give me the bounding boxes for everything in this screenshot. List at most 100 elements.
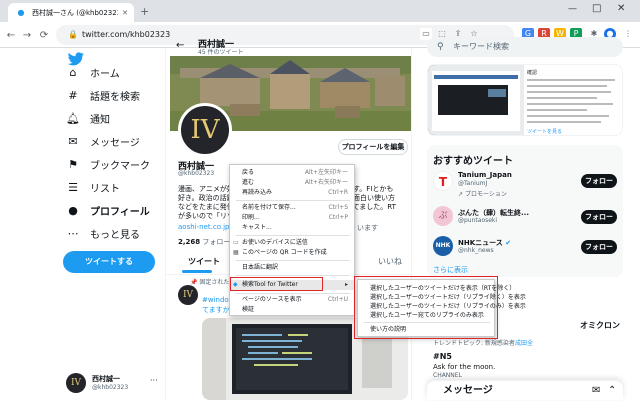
twitter-favicon-icon: ●: [17, 8, 25, 17]
sidebar-item-bookmarks[interactable]: ⚑ ブックマーク: [66, 157, 150, 172]
menu-separator: [236, 275, 350, 276]
menu-separator: [236, 235, 350, 236]
menu-item-reload[interactable]: 再読み込み Ctrl+R: [230, 188, 356, 198]
user-avatar-nhk[interactable]: NHK: [433, 236, 453, 256]
trend-tail[interactable]: オミクロン: [580, 320, 620, 331]
device-icon: ▭: [233, 239, 239, 246]
account-more-icon[interactable]: ···: [150, 376, 158, 385]
profile-handle: @khb02323: [178, 170, 215, 177]
follow-button-nhk[interactable]: フォロー: [581, 240, 617, 254]
user-avatar-tanium[interactable]: T: [433, 171, 453, 191]
highlight-frame-menu-item: [230, 277, 323, 291]
home-icon: ⌂: [69, 66, 77, 79]
chrome-menu-icon[interactable]: ⋮: [622, 28, 634, 40]
menu-item-label: 戻る: [242, 169, 255, 176]
mail-icon: ✉: [68, 135, 78, 148]
follow-button-punta[interactable]: フォロー: [581, 210, 617, 224]
menu-item-shortcut: Ctrl+U: [327, 296, 348, 303]
tweet-avatar[interactable]: IV: [178, 285, 198, 305]
bookmark-icon: ⚑: [68, 158, 78, 171]
menu-item-inspect[interactable]: 検証: [230, 305, 356, 315]
sidebar-item-lists[interactable]: ☰ リスト: [66, 180, 120, 195]
media-thumbnail-card[interactable]: 確認 ツイートを見る: [427, 64, 623, 136]
sidebar-item-more[interactable]: ⋯ もっと見る: [66, 226, 141, 241]
profile-avatar[interactable]: IV: [178, 103, 232, 157]
user-avatar-punta[interactable]: ぷ: [433, 206, 453, 226]
menu-item-translate[interactable]: 日本語に翻訳: [230, 263, 356, 273]
promotion-text: プロモーション: [464, 191, 507, 198]
twitter-bird-icon[interactable]: [68, 52, 84, 66]
sidebar-item-label: ホーム: [90, 69, 120, 80]
trend-topic-text: トレンドトピック: 新規感染者: [433, 340, 515, 347]
sidebar-item-home[interactable]: ⌂ ホーム: [66, 65, 120, 80]
account-avatar[interactable]: IV: [66, 373, 86, 393]
browser-tab[interactable]: ● 西村誠一さん (@khb02323) / Tw ✕: [8, 3, 134, 22]
verified-badge-icon: ✔: [505, 239, 512, 247]
expand-icon[interactable]: ⌃: [608, 381, 616, 401]
sidebar-item-label: 通知: [90, 115, 110, 126]
sidebar-item-label: もっと見る: [90, 230, 140, 241]
tab-tweets[interactable]: ツイート: [188, 256, 220, 267]
user-name-tanium[interactable]: Tanium_Japan: [458, 171, 512, 179]
menu-item-shortcut: Alt+左矢印キー: [304, 169, 348, 176]
menu-item-view-source[interactable]: ページのソースを表示 Ctrl+U: [230, 295, 356, 305]
close-window-button[interactable]: ✕: [617, 3, 625, 14]
trend-n5[interactable]: #N5: [433, 352, 452, 361]
trend-ask: Ask for the moon.: [433, 363, 496, 371]
messages-label: メッセージ: [443, 385, 493, 396]
menu-item-label: 日本語に翻訳: [242, 264, 279, 271]
account-name[interactable]: 西村誠一: [92, 374, 120, 384]
account-handle: @khb02323: [92, 384, 129, 391]
follow-button-tanium[interactable]: フォロー: [581, 174, 617, 188]
sidebar-item-profile[interactable]: ● プロフィール: [66, 203, 150, 218]
minimize-button[interactable]: —: [568, 4, 577, 14]
profile-link[interactable]: aoshi-net.co.jp/: [178, 223, 232, 231]
back-nav-icon[interactable]: ←: [4, 28, 18, 42]
forward-nav-icon[interactable]: →: [20, 28, 34, 42]
submenu-arrow-icon: ▸: [344, 281, 348, 288]
sidebar-item-notifications[interactable]: 🔔︎ 通知: [66, 111, 110, 126]
lock-icon: 🔒: [68, 30, 78, 39]
promotion-label: ↗ プロモーション: [458, 191, 507, 198]
thumb-text-lines: [527, 77, 621, 127]
menu-item-back[interactable]: 戻る Alt+左矢印キー: [230, 168, 356, 178]
user-handle-punta: @puntaoseki: [458, 217, 498, 224]
menu-item-label: このページの QR コードを作成: [242, 249, 327, 256]
menu-item-save-as[interactable]: 名前を付けて保存... Ctrl+S: [230, 203, 356, 213]
tab-likes[interactable]: いいね: [378, 256, 402, 267]
trend-topic-tail[interactable]: 成田全: [515, 340, 533, 347]
menu-item-cast[interactable]: キャスト...: [230, 223, 356, 233]
user-handle-nhk: @nhk_news: [458, 247, 494, 254]
menu-item-qr-code[interactable]: ▦ このページの QR コードを作成: [230, 248, 356, 258]
menu-item-forward[interactable]: 進む Alt+右矢印キー: [230, 178, 356, 188]
sidebar-item-messages[interactable]: ✉ メッセージ: [66, 134, 140, 149]
tab-indicator: [182, 270, 212, 273]
url-text: twitter.com/khb02323: [81, 30, 171, 39]
menu-item-label: 検証: [242, 306, 255, 313]
menu-item-shortcut: Ctrl+P: [328, 214, 348, 221]
sidebar-item-label: メッセージ: [90, 138, 140, 149]
maximize-button[interactable]: □: [592, 3, 601, 14]
menu-item-send-to-device[interactable]: ▭ お使いのデバイスに送信: [230, 238, 356, 248]
back-arrow-icon[interactable]: ←: [176, 40, 184, 51]
messages-drawer[interactable]: メッセージ ✉ ⌃: [427, 380, 623, 400]
edit-profile-button[interactable]: プロフィールを編集: [338, 139, 408, 155]
sidebar-item-label: ブックマーク: [90, 161, 150, 172]
tweet-button[interactable]: ツイートする: [63, 251, 155, 273]
menu-item-shortcut: Ctrl+S: [328, 204, 348, 211]
menu-item-print[interactable]: 印刷... Ctrl+P: [230, 213, 356, 223]
search-input[interactable]: ⚲ キーワード検索: [427, 37, 623, 57]
more-icon: ⋯: [67, 227, 79, 240]
bell-icon: 🔔︎: [66, 112, 80, 125]
new-tab-button[interactable]: +: [140, 5, 149, 18]
reload-icon[interactable]: ⟳: [37, 28, 51, 42]
menu-item-label: キャスト...: [242, 224, 272, 231]
show-more-link[interactable]: さらに表示: [433, 265, 468, 275]
person-icon: ●: [68, 204, 78, 217]
sidebar-item-explore[interactable]: # 話題を検索: [66, 88, 140, 103]
tab-close-icon[interactable]: ✕: [122, 9, 128, 17]
search-placeholder: キーワード検索: [453, 42, 509, 51]
recommend-title: おすすめツイート: [433, 156, 513, 167]
user-name-nhk-text: NHKニュース: [458, 239, 503, 247]
new-message-icon[interactable]: ✉: [592, 381, 600, 401]
